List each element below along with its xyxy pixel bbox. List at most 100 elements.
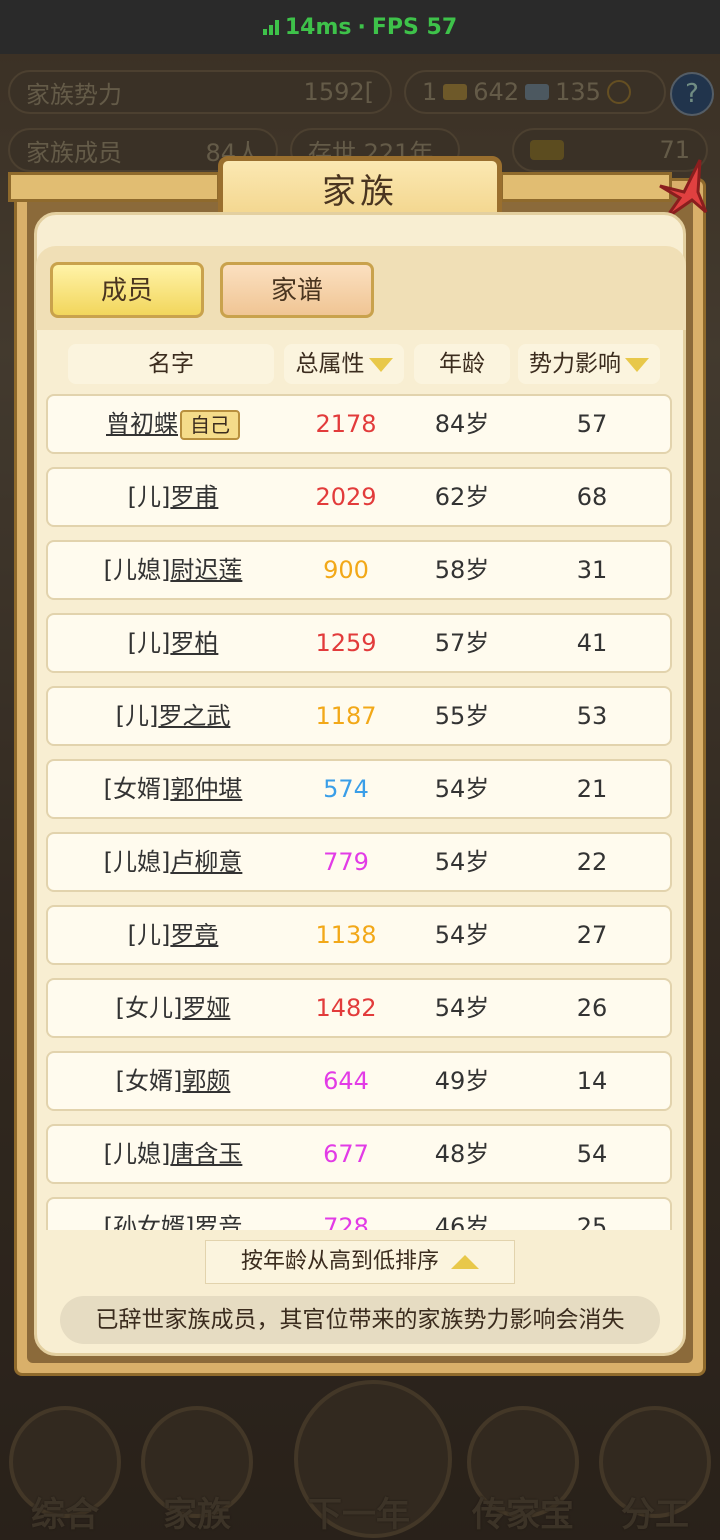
member-influence: 54 bbox=[576, 1140, 608, 1168]
relation-prefix: [儿媳] bbox=[103, 848, 171, 876]
member-influence: 53 bbox=[576, 702, 608, 730]
member-name-cell: [儿媳]卢柳意 bbox=[48, 834, 298, 890]
member-row[interactable]: [女儿]罗娅 1482 54岁 26 bbox=[46, 978, 672, 1038]
header-label: 总属性 bbox=[295, 351, 365, 377]
header-influence[interactable]: 势力影响 bbox=[518, 344, 660, 384]
member-age: 54岁 bbox=[434, 994, 490, 1022]
member-row[interactable]: [儿媳]卢柳意 779 54岁 22 bbox=[46, 832, 672, 892]
member-name[interactable]: 卢柳意 bbox=[170, 848, 242, 876]
member-name[interactable]: 尉迟莲 bbox=[170, 556, 242, 584]
member-score: 574 bbox=[323, 775, 369, 803]
member-score: 900 bbox=[323, 556, 369, 584]
member-row[interactable]: [孙女婿]罗音 728 46岁 25 bbox=[46, 1197, 672, 1230]
signal-icon bbox=[262, 19, 279, 35]
member-age: 57岁 bbox=[434, 629, 490, 657]
tab-label: 成员 bbox=[100, 276, 153, 306]
member-row[interactable]: [儿]罗竟 1138 54岁 27 bbox=[46, 905, 672, 965]
member-score: 1138 bbox=[315, 921, 377, 949]
member-score: 1482 bbox=[315, 994, 377, 1022]
member-name-cell: [儿]罗之武 bbox=[48, 688, 298, 744]
relation-prefix: [孙女婿] bbox=[103, 1213, 195, 1230]
member-name-cell: 曾初蝶 自己 bbox=[48, 396, 298, 452]
member-row[interactable]: [儿媳]唐含玉 677 48岁 54 bbox=[46, 1124, 672, 1184]
header-label: 年龄 bbox=[439, 351, 485, 377]
member-list[interactable]: 曾初蝶 自己 2178 84岁 57 [儿]罗甫 2029 62岁 68 [儿媳]尉迟莲 900 58… bbox=[44, 392, 676, 1230]
member-score: 677 bbox=[323, 1140, 369, 1168]
relation-prefix: [女婿] bbox=[103, 775, 171, 803]
member-name[interactable]: 罗竟 bbox=[170, 921, 218, 949]
sort-order-button[interactable]: 按年龄从高到低排序 bbox=[205, 1240, 515, 1284]
member-row[interactable]: [儿媳]尉迟莲 900 58岁 31 bbox=[46, 540, 672, 600]
member-influence: 27 bbox=[576, 921, 608, 949]
relation-prefix: [儿媳] bbox=[103, 1140, 171, 1168]
member-name[interactable]: 罗娅 bbox=[182, 994, 230, 1022]
relation-prefix: [儿媳] bbox=[103, 556, 171, 584]
tab-label: 家谱 bbox=[270, 276, 323, 306]
member-row[interactable]: [女婿]郭颇 644 49岁 14 bbox=[46, 1051, 672, 1111]
relation-prefix: [儿] bbox=[127, 921, 171, 949]
member-age: 54岁 bbox=[434, 848, 490, 876]
member-name[interactable]: 罗之武 bbox=[158, 702, 230, 730]
member-age: 84岁 bbox=[434, 410, 490, 438]
notice-label: 已辞世家族成员，其官位带来的家族势力影响会消失 bbox=[95, 1307, 625, 1333]
modal-title-text: 家族 bbox=[322, 172, 398, 212]
sort-down-icon bbox=[368, 357, 393, 372]
fps-text: FPS 57 bbox=[371, 14, 458, 40]
tab-genealogy[interactable]: 家谱 bbox=[220, 262, 374, 318]
status-bar: 14ms · FPS 57 bbox=[0, 0, 720, 54]
member-influence: 14 bbox=[576, 1067, 608, 1095]
member-name-cell: [儿]罗竟 bbox=[48, 907, 298, 963]
member-age: 49岁 bbox=[434, 1067, 490, 1095]
member-name[interactable]: 罗音 bbox=[194, 1213, 242, 1230]
member-name-cell: [女婿]郭仲堪 bbox=[48, 761, 298, 817]
member-row[interactable]: [女婿]郭仲堪 574 54岁 21 bbox=[46, 759, 672, 819]
member-name-cell: [儿]罗柏 bbox=[48, 615, 298, 671]
self-badge: 自己 bbox=[180, 410, 240, 440]
relation-prefix: [儿] bbox=[115, 702, 159, 730]
header-name: 名字 bbox=[68, 344, 274, 384]
member-influence: 25 bbox=[576, 1213, 608, 1230]
member-name-cell: [儿]罗甫 bbox=[48, 469, 298, 525]
member-row[interactable]: [儿]罗柏 1259 57岁 41 bbox=[46, 613, 672, 673]
member-influence: 57 bbox=[576, 410, 608, 438]
member-age: 58岁 bbox=[434, 556, 490, 584]
member-row[interactable]: 曾初蝶 自己 2178 84岁 57 bbox=[46, 394, 672, 454]
member-name-cell: [儿媳]唐含玉 bbox=[48, 1126, 298, 1182]
header-score[interactable]: 总属性 bbox=[284, 344, 404, 384]
relation-prefix: [儿] bbox=[127, 483, 171, 511]
member-score: 779 bbox=[323, 848, 369, 876]
member-score: 2178 bbox=[315, 410, 377, 438]
member-name[interactable]: 曾初蝶 bbox=[106, 410, 178, 438]
member-score: 1259 bbox=[315, 629, 377, 657]
member-age: 54岁 bbox=[434, 775, 490, 803]
member-age: 62岁 bbox=[434, 483, 490, 511]
member-influence: 26 bbox=[576, 994, 608, 1022]
member-score: 728 bbox=[323, 1213, 369, 1230]
header-age[interactable]: 年龄 bbox=[414, 344, 510, 384]
member-name[interactable]: 罗柏 bbox=[170, 629, 218, 657]
relation-prefix: [儿] bbox=[127, 629, 171, 657]
tab-members[interactable]: 成员 bbox=[50, 262, 204, 318]
member-score: 2029 bbox=[315, 483, 377, 511]
member-name[interactable]: 郭颇 bbox=[182, 1067, 230, 1095]
member-name-cell: [儿媳]尉迟莲 bbox=[48, 542, 298, 598]
member-age: 48岁 bbox=[434, 1140, 490, 1168]
status-separator: · bbox=[357, 14, 366, 40]
title-wing-left bbox=[8, 172, 220, 202]
member-name-cell: [女儿]罗娅 bbox=[48, 980, 298, 1036]
member-influence: 41 bbox=[576, 629, 608, 657]
member-influence: 31 bbox=[576, 556, 608, 584]
member-score: 644 bbox=[323, 1067, 369, 1095]
sort-order-label: 按年龄从高到低排序 bbox=[240, 1249, 439, 1274]
member-age: 46岁 bbox=[434, 1213, 490, 1230]
member-row[interactable]: [儿]罗甫 2029 62岁 68 bbox=[46, 467, 672, 527]
member-influence: 22 bbox=[576, 848, 608, 876]
member-name-cell: [女婿]郭颇 bbox=[48, 1053, 298, 1109]
header-label: 势力影响 bbox=[529, 351, 621, 377]
member-name[interactable]: 罗甫 bbox=[170, 483, 218, 511]
member-influence: 68 bbox=[576, 483, 608, 511]
ping-text: 14ms bbox=[284, 14, 352, 40]
member-name[interactable]: 郭仲堪 bbox=[170, 775, 242, 803]
member-row[interactable]: [儿]罗之武 1187 55岁 53 bbox=[46, 686, 672, 746]
member-name[interactable]: 唐含玉 bbox=[170, 1140, 242, 1168]
